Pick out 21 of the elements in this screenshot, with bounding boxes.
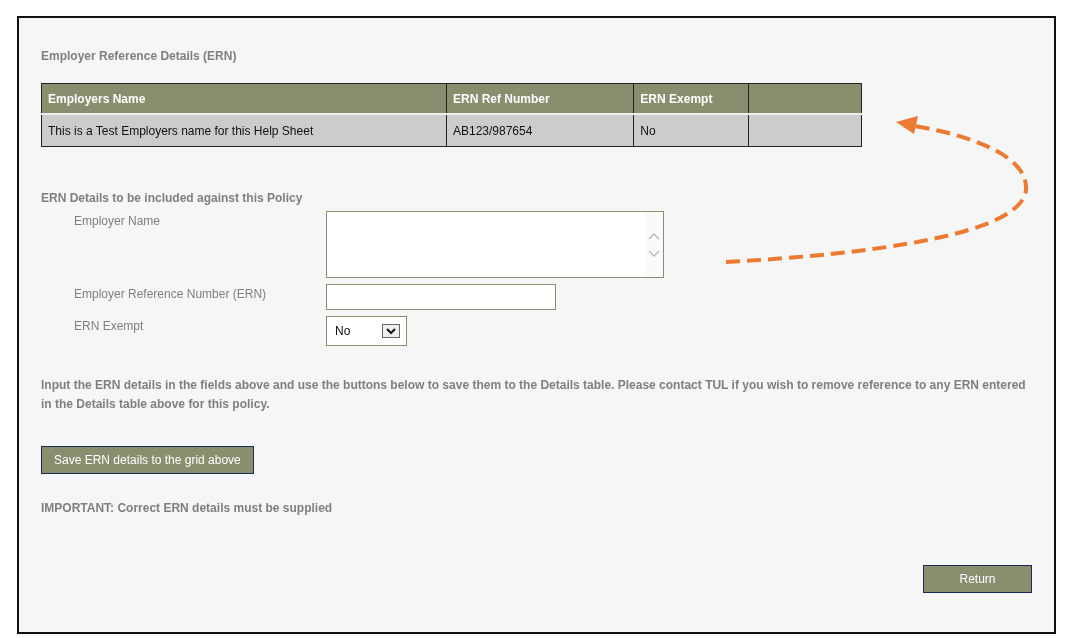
scroll-up-icon[interactable]	[648, 231, 660, 240]
exempt-dropdown[interactable]: No	[326, 316, 407, 346]
column-header: ERN Exempt	[633, 83, 749, 114]
save-button[interactable]: Save ERN details to the grid above	[41, 446, 254, 474]
field-label: Employer Reference Number (ERN)	[74, 286, 268, 303]
instructions-text: Input the ERN details in the fields above and use the buttons below to save them to the Details table. Please contact TUL if you wish to remove reference to any ERN entered in the Details table above for this policy.	[41, 377, 1027, 413]
table-cell: AB123/987654	[446, 114, 634, 147]
field-label: ERN Exempt	[74, 318, 145, 335]
caret-icon	[382, 324, 400, 338]
return-button[interactable]: Return	[923, 565, 1032, 593]
table-cell: This is a Test Employers name for this Help Sheet	[41, 114, 447, 147]
table-cell: No	[633, 114, 749, 147]
employer-name-field[interactable]	[326, 211, 664, 278]
scroll-down-icon[interactable]	[648, 249, 660, 258]
important-notice: IMPORTANT: Correct ERN details must be supplied	[41, 501, 334, 515]
column-header: ERN Ref Number	[446, 83, 634, 114]
form-heading: ERN Details to be included against this Policy	[41, 191, 304, 205]
input-field[interactable]	[326, 284, 556, 310]
field-label: Employer Name	[74, 213, 162, 230]
section-title: Employer Reference Details (ERN)	[41, 49, 238, 63]
column-header: Employers Name	[41, 83, 447, 114]
